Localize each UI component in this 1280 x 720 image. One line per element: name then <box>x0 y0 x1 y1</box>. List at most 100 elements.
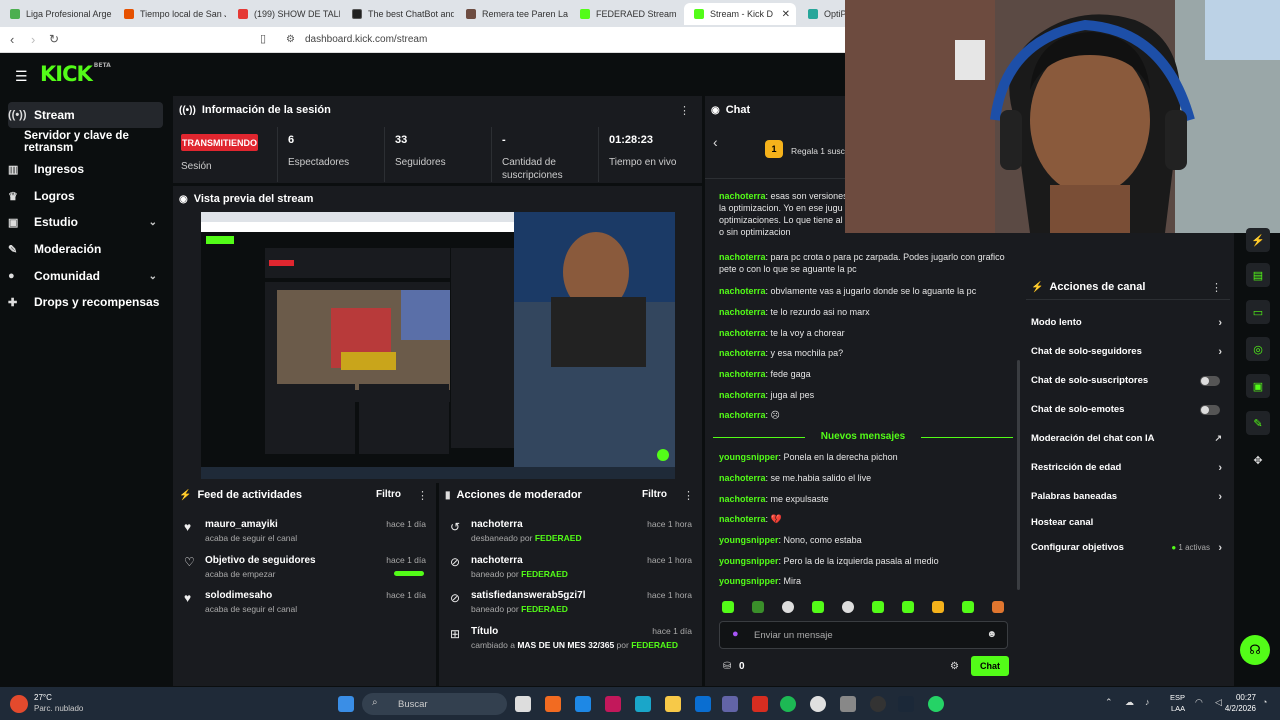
sidebar-item-estudio[interactable]: ▣ Estudio ⌄ <box>8 209 163 235</box>
steam-icon[interactable] <box>898 696 914 712</box>
edge-icon[interactable] <box>635 696 651 712</box>
action-palabras-baneadas[interactable]: Palabras baneadas › <box>1031 491 1228 503</box>
emote-icon[interactable] <box>842 601 854 613</box>
reload-icon[interactable]: ↻ <box>49 32 59 46</box>
broadcast-icon[interactable]: ◎ <box>1246 337 1270 361</box>
add-widget-icon[interactable]: ✥ <box>1246 448 1270 472</box>
toggle-switch[interactable] <box>1200 404 1220 415</box>
browser-tab[interactable]: Tiempo local de San Ju <box>114 3 226 25</box>
weather-icon[interactable] <box>10 695 28 713</box>
stream-preview-video[interactable] <box>201 212 675 479</box>
chrome-icon[interactable] <box>810 696 826 712</box>
quick-actions-icon[interactable]: ⚡ <box>1246 228 1270 252</box>
browser-tab[interactable]: The best ChatBot and <box>342 3 454 25</box>
app-icon[interactable] <box>752 696 768 712</box>
tray-chevron-icon[interactable]: ⌃ <box>1105 697 1113 708</box>
back-icon[interactable]: ‹ <box>10 32 14 47</box>
taskbar-search[interactable]: ⌕ Buscar <box>362 693 507 715</box>
clock-date[interactable]: 4/2/2026 <box>1212 704 1256 713</box>
kick-logo[interactable]: KICK BETA <box>40 62 111 86</box>
new-messages-divider[interactable]: Nuevos mensajes <box>713 431 1013 443</box>
action-solo-emotes[interactable]: Chat de solo-emotes <box>1031 404 1228 415</box>
title-edit-icon: ⊞ <box>450 627 461 641</box>
filter-button[interactable]: Filtro <box>642 489 667 500</box>
tray-app-icon[interactable]: ☁ <box>1125 697 1134 708</box>
sidebar-item-stream[interactable]: ((•)) Stream <box>8 102 163 128</box>
forward-icon[interactable]: › <box>31 32 35 47</box>
toggle-switch[interactable] <box>1200 375 1220 386</box>
bookmark-icon[interactable]: ▯ <box>260 32 266 45</box>
emote-icon[interactable] <box>752 601 764 613</box>
moderation-log-icon[interactable]: ▣ <box>1246 374 1270 398</box>
emote-icon[interactable] <box>962 601 974 613</box>
browser-tab[interactable]: Remera tee Paren La M <box>456 3 568 25</box>
browser-tab-active[interactable]: Stream - Kick D ✕ <box>684 3 796 25</box>
language-indicator[interactable]: ESP <box>1170 693 1185 702</box>
emoji-icon[interactable]: ☻ <box>986 629 997 640</box>
wrench-icon[interactable]: ✎ <box>1246 411 1270 435</box>
chat-scrollbar[interactable] <box>1017 360 1020 590</box>
emote-icon[interactable] <box>872 601 884 613</box>
action-moderacion-ia[interactable]: Moderación del chat con IA ↗ <box>1031 433 1228 444</box>
filter-button[interactable]: Filtro <box>376 489 401 500</box>
sidebar-item-logros[interactable]: ♛ Logros <box>8 183 163 209</box>
app-icon[interactable] <box>695 696 711 712</box>
chevron-down-icon[interactable]: ⌄ <box>149 217 157 228</box>
url-field[interactable]: dashboard.kick.com/stream <box>305 34 427 45</box>
kebab-menu-icon[interactable]: ⋮ <box>1211 281 1222 294</box>
file-explorer-icon[interactable] <box>665 696 681 712</box>
microphone-icon[interactable]: ♪ <box>1145 697 1150 707</box>
action-restriccion-edad[interactable]: Restricción de edad › <box>1031 462 1228 474</box>
action-solo-seguidores[interactable]: Chat de solo-seguidores › <box>1031 346 1228 358</box>
task-view-icon[interactable] <box>515 696 531 712</box>
emote-icon[interactable] <box>722 601 734 613</box>
sidebar-item-moderacion[interactable]: ✎ Moderación <box>8 236 163 262</box>
emote-icon[interactable] <box>782 601 794 613</box>
points-icon[interactable]: ⛁ <box>723 661 731 672</box>
microphone-icon[interactable]: ● <box>732 628 739 640</box>
send-chat-button[interactable]: Chat <box>971 656 1009 676</box>
action-configurar-objetivos[interactable]: Configurar objetivos ● 1 activas › <box>1031 542 1228 554</box>
chat-icon[interactable]: ▭ <box>1246 300 1270 324</box>
browser-tab[interactable]: (199) SHOW DE TALEN <box>228 3 340 25</box>
action-modo-lento[interactable]: Modo lento › <box>1031 317 1228 329</box>
store-icon[interactable] <box>575 696 591 712</box>
emote-icon[interactable] <box>932 601 944 613</box>
windows-start-icon[interactable] <box>338 696 354 712</box>
browser-tab[interactable]: Liga Profesional Argen <box>0 3 112 25</box>
chevron-left-icon[interactable]: ‹ <box>713 134 718 150</box>
sidebar-item-server-key[interactable]: Servidor y clave de retransm <box>24 129 174 155</box>
obs-icon[interactable] <box>870 696 886 712</box>
emote-icon[interactable] <box>902 601 914 613</box>
kebab-menu-icon[interactable]: ⋮ <box>683 489 694 502</box>
browser-tab[interactable]: FEDERAED Stream <box>570 3 682 25</box>
brave-browser-icon[interactable] <box>545 696 561 712</box>
support-button[interactable]: ☊ <box>1240 635 1270 665</box>
sidebar-item-comunidad[interactable]: ● Comunidad ⌄ <box>8 263 163 289</box>
notification-icon[interactable]: ◔ <box>1262 697 1267 707</box>
close-tab-icon[interactable]: ✕ <box>782 9 790 20</box>
settings-gear-icon[interactable]: ⚙ <box>950 661 959 672</box>
browser-tab[interactable]: OptiP <box>798 3 846 25</box>
gift-sub-text[interactable]: Regala 1 suscr <box>791 146 848 156</box>
clock-time[interactable]: 00:27 <box>1220 693 1256 702</box>
spotify-icon[interactable] <box>780 696 796 712</box>
emote-icon[interactable] <box>992 601 1004 613</box>
chat-input[interactable]: ● Enviar un mensaje ☻ <box>719 621 1008 649</box>
wifi-icon[interactable]: ◠ <box>1195 697 1203 708</box>
menu-icon[interactable]: ☰ <box>15 68 28 85</box>
kebab-menu-icon[interactable]: ⋮ <box>417 489 428 502</box>
app-icon[interactable] <box>840 696 856 712</box>
notes-icon[interactable]: ▤ <box>1246 263 1270 287</box>
site-info-icon[interactable]: ⚙ <box>286 34 295 45</box>
teams-icon[interactable] <box>722 696 738 712</box>
copilot-icon[interactable] <box>605 696 621 712</box>
action-solo-suscriptores[interactable]: Chat de solo-suscriptores <box>1031 375 1228 386</box>
sidebar-item-ingresos[interactable]: ▥ Ingresos <box>8 156 163 182</box>
chevron-down-icon[interactable]: ⌄ <box>149 271 157 282</box>
kebab-menu-icon[interactable]: ⋮ <box>679 104 690 117</box>
sidebar-item-drops[interactable]: ✚ Drops y recompensas <box>8 289 163 315</box>
whatsapp-icon[interactable] <box>928 696 944 712</box>
emote-icon[interactable] <box>812 601 824 613</box>
action-hostear-canal[interactable]: Hostear canal <box>1031 517 1228 528</box>
